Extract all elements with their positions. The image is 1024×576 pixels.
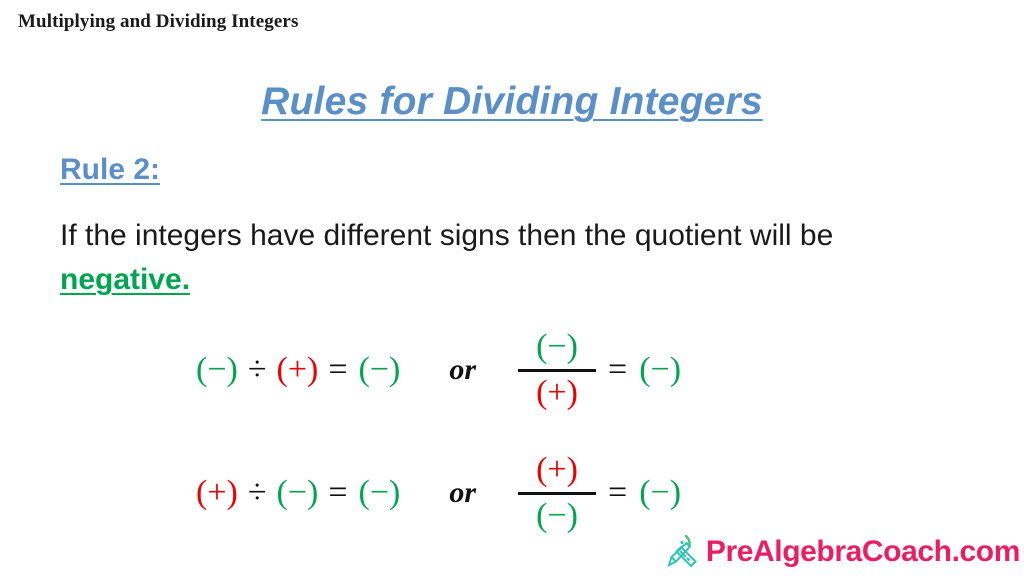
fraction-equation: (−) (+) = (−) <box>518 327 682 411</box>
fraction-numerator: (+) <box>536 450 578 488</box>
fraction-equation: (+) (−) = (−) <box>518 450 682 534</box>
page-title-text: Rules for Dividing Integers <box>261 80 763 123</box>
equation-connector: or <box>449 476 477 509</box>
fraction-bar <box>518 491 597 495</box>
rule-label: Rule 2: <box>60 153 160 187</box>
slide-header: Multiplying and Dividing Integers <box>18 11 299 32</box>
operand-right: (−) <box>276 474 319 511</box>
inline-equation: (+) ÷ (−) = (−) <box>195 474 401 512</box>
pencil-ruler-icon <box>667 534 697 568</box>
equation-row: (−) ÷ (+) = (−) or (−) (+) = (−) <box>195 310 855 430</box>
fraction-denominator: (+) <box>536 373 578 411</box>
fraction: (−) (+) <box>518 327 597 411</box>
equation-connector: or <box>449 353 477 386</box>
rule-body: If the integers have different signs the… <box>60 214 960 302</box>
equals-sign: = <box>328 351 348 388</box>
equals-sign: = <box>328 474 348 511</box>
brand-logo[interactable]: PreAlgebraCoach.com <box>662 534 1020 570</box>
rule-body-before: If the integers have different signs the… <box>60 219 834 252</box>
fraction-bar <box>518 368 597 372</box>
operand-right: (+) <box>276 351 319 388</box>
operand-result: (−) <box>358 351 401 388</box>
fraction-result: (−) <box>639 351 682 388</box>
brand-logo-text: PreAlgebraCoach.com <box>705 535 1021 568</box>
inline-equation: (−) ÷ (+) = (−) <box>195 351 401 389</box>
fraction: (+) (−) <box>518 450 597 534</box>
page-title: Rules for Dividing Integers <box>0 80 1024 124</box>
fraction-denominator: (−) <box>536 496 578 534</box>
operand-left: (+) <box>196 474 238 511</box>
rule-label-text: Rule 2: <box>60 153 161 186</box>
rule-body-emphasis: negative. <box>60 263 191 296</box>
operand-left: (−) <box>196 351 238 388</box>
fraction-result: (−) <box>639 474 682 511</box>
operand-result: (−) <box>358 474 401 511</box>
division-operator: ÷ <box>247 474 267 511</box>
equals-sign: = <box>608 351 628 388</box>
equals-sign: = <box>608 474 628 511</box>
fraction-numerator: (−) <box>536 327 578 365</box>
division-operator: ÷ <box>247 351 267 388</box>
